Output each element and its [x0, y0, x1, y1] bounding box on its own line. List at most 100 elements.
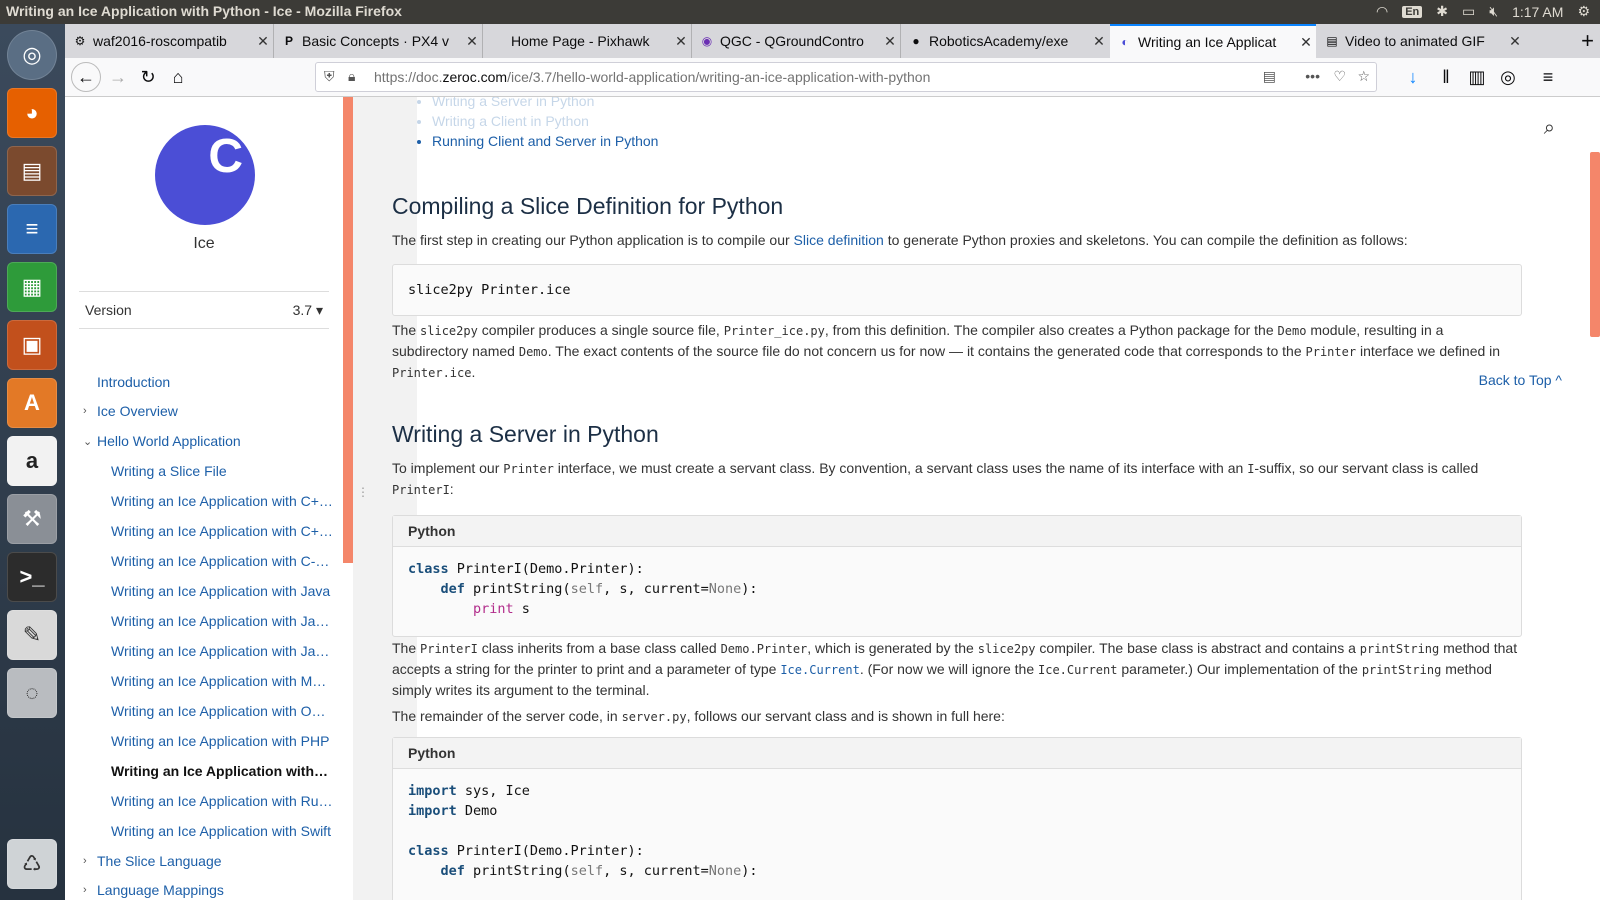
account-icon[interactable]: ◎	[1495, 64, 1521, 90]
volume-icon[interactable]: 🔇︎	[1489, 3, 1498, 20]
home-icon[interactable]: ⌂	[165, 64, 191, 90]
version-value[interactable]: 3.7 ▾	[293, 302, 323, 319]
library-icon[interactable]: ‖	[1433, 64, 1459, 90]
impress-icon[interactable]: ▣	[7, 320, 57, 370]
nav-item-slice-language[interactable]: The Slice Language	[97, 853, 337, 869]
system-tray: ◠ En ✱ ▭ 🔇︎ 1:17 AM ⚙	[1376, 3, 1590, 20]
chevron-down-icon[interactable]: ⌄	[83, 435, 92, 448]
close-tab-icon[interactable]: ✕	[253, 33, 273, 50]
nav-item-matlab[interactable]: Writing an Ice Application with MA…	[111, 673, 333, 689]
nav-item-language-mappings[interactable]: Language Mappings	[97, 882, 337, 898]
text-run: . (For now we will ignore the	[859, 661, 1038, 677]
keyboard-language-indicator[interactable]: En	[1402, 5, 1423, 18]
software-center-icon[interactable]: A	[7, 378, 57, 428]
heading-compiling: Compiling a Slice Definition for Python	[392, 193, 784, 219]
ice-logo[interactable]: C	[155, 125, 255, 225]
nav-item-java-compat[interactable]: Writing an Ice Application with Ja…	[111, 613, 333, 629]
nav-item-python-active[interactable]: Writing an Ice Application with…	[111, 763, 333, 779]
text-run: interface, we must create a servant clas…	[553, 460, 1248, 476]
nav-item-slice-file[interactable]: Writing a Slice File	[111, 463, 333, 479]
close-tab-icon[interactable]: ✕	[462, 33, 482, 50]
bookmark-star-icon[interactable]: ☆	[1357, 68, 1370, 85]
text-run: -suffix, so our servant class is called	[1254, 460, 1479, 476]
browser-tab[interactable]: ◉ QGC - QGroundContro ✕	[692, 24, 901, 58]
ubuntu-dash-icon[interactable]: ◎	[7, 30, 57, 80]
sidebar-scrollbar[interactable]	[343, 97, 353, 563]
slice-definition-link[interactable]: Slice definition	[794, 232, 884, 248]
close-tab-icon[interactable]: ✕	[1089, 33, 1109, 50]
nav-item-cpp98[interactable]: Writing an Ice Application with C+…	[111, 523, 333, 539]
menu-icon[interactable]: ≡	[1535, 64, 1561, 90]
firefox-icon[interactable]: ◕	[7, 88, 57, 138]
code-language-label: Python	[393, 738, 1521, 769]
nav-item-ice-overview[interactable]: Ice Overview	[97, 403, 337, 419]
nav-item-csharp[interactable]: Writing an Ice Application with C-…	[111, 553, 333, 569]
chevron-right-icon[interactable]: ›	[83, 884, 87, 896]
battery-icon[interactable]: ▭	[1462, 3, 1475, 20]
inline-code: Demo	[518, 345, 548, 359]
nav-item-javascript[interactable]: Writing an Ice Application with Ja…	[111, 643, 333, 659]
text-editor-icon[interactable]: ✎	[7, 610, 57, 660]
back-to-top-link[interactable]: Back to Top ^	[1479, 372, 1562, 388]
reader-view-icon[interactable]: ▤	[1263, 68, 1276, 85]
search-icon[interactable]: ⌕	[1544, 117, 1555, 140]
nav-item-swift[interactable]: Writing an Ice Application with Swift	[111, 823, 333, 839]
nav-item-ruby[interactable]: Writing an Ice Application with Ruby	[111, 793, 333, 809]
browser-tab[interactable]: ● RoboticsAcademy/exe ✕	[901, 24, 1109, 58]
inline-code: slice2py	[977, 642, 1036, 656]
close-tab-icon[interactable]: ✕	[1296, 34, 1316, 51]
reload-icon[interactable]: ↻	[135, 64, 161, 90]
settings-icon[interactable]: ⚒	[7, 494, 57, 544]
calc-icon[interactable]: ▦	[7, 262, 57, 312]
nav-item-objc[interactable]: Writing an Ice Application with Ob…	[111, 703, 333, 719]
files-icon[interactable]: ▤	[7, 146, 57, 196]
text-run: compiler produces a single source file,	[477, 322, 724, 338]
writer-icon[interactable]: ≡	[7, 204, 57, 254]
nav-item-hello-world[interactable]: Hello World Application	[97, 433, 337, 449]
nav-item-php[interactable]: Writing an Ice Application with PHP	[111, 733, 333, 749]
text-run: The remainder of the server code, in	[392, 708, 622, 724]
sidebar-toggle-icon[interactable]: ▥	[1464, 64, 1490, 90]
amazon-icon[interactable]: a	[7, 436, 57, 486]
browser-tab-active[interactable]: ◐ Writing an Ice Applicat ✕	[1110, 24, 1316, 58]
close-tab-icon[interactable]: ✕	[671, 33, 691, 50]
url-text[interactable]: https://doc.zeroc.com/ice/3.7/hello-worl…	[374, 69, 930, 85]
web-page: C Ice Version 3.7 ▾ Introduction › Ice O…	[65, 97, 1600, 900]
inline-code: PrinterI	[392, 483, 450, 497]
new-tab-icon[interactable]: +	[1581, 28, 1594, 54]
downloads-icon[interactable]: ↓	[1400, 64, 1426, 90]
nav-item-introduction[interactable]: Introduction	[97, 374, 337, 390]
browser-tab[interactable]: ▤ Video to animated GIF ✕	[1317, 24, 1525, 58]
browser-tab[interactable]: P Basic Concepts · PX4 v ✕	[274, 24, 483, 58]
browser-tab[interactable]: ⚙ waf2016-roscompatib ✕	[65, 24, 274, 58]
terminal-icon[interactable]: >_	[7, 552, 57, 602]
browser-tab[interactable]: Home Page - Pixhawk ✕	[483, 24, 692, 58]
drag-handle-icon[interactable]: ⋮	[357, 485, 369, 499]
toc-link[interactable]: Writing a Server in Python	[432, 97, 658, 111]
shield-icon[interactable]: ⛨	[324, 68, 335, 85]
zeroc-icon: ◐	[1121, 35, 1129, 49]
power-gear-icon[interactable]: ⚙	[1577, 3, 1590, 20]
bluetooth-icon[interactable]: ✱	[1436, 3, 1448, 20]
page-actions-icon[interactable]: •••	[1305, 68, 1320, 84]
toc-link[interactable]: Running Client and Server in Python	[432, 131, 658, 151]
nav-item-java[interactable]: Writing an Ice Application with Java	[111, 583, 333, 599]
pocket-icon[interactable]: ♡	[1333, 68, 1346, 85]
toc-link[interactable]: Writing a Client in Python	[432, 111, 658, 131]
clock[interactable]: 1:17 AM	[1512, 4, 1563, 20]
page-scrollbar[interactable]	[1590, 152, 1600, 337]
disk-icon[interactable]: ◌	[7, 668, 57, 718]
forward-arrow-icon[interactable]: →	[105, 64, 131, 90]
version-selector[interactable]: Version 3.7 ▾	[79, 291, 329, 329]
trash-icon[interactable]: ♺	[7, 839, 57, 889]
close-tab-icon[interactable]: ✕	[1505, 33, 1525, 50]
close-tab-icon[interactable]: ✕	[880, 33, 900, 50]
chevron-right-icon[interactable]: ›	[83, 855, 87, 867]
back-arrow-icon[interactable]: ←	[71, 62, 101, 92]
wifi-icon[interactable]: ◠	[1376, 3, 1388, 20]
lock-icon[interactable]: 🔒︎	[348, 68, 355, 85]
nav-item-cpp[interactable]: Writing an Ice Application with C+…	[111, 493, 333, 509]
url-bar[interactable]: ⛨ 🔒︎ https://doc.zeroc.com/ice/3.7/hello…	[315, 62, 1377, 92]
inline-code-link[interactable]: Ice.Current	[780, 663, 859, 677]
chevron-right-icon[interactable]: ›	[83, 405, 87, 417]
